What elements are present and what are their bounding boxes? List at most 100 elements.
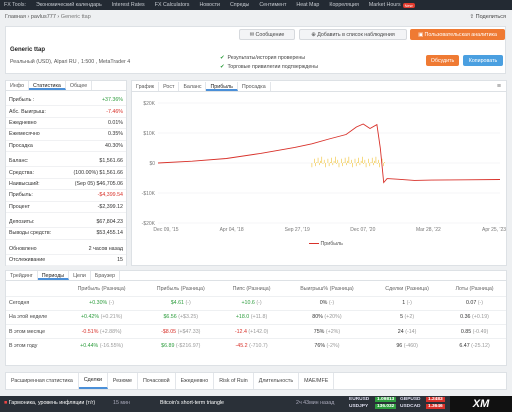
period-value: 24 [397,328,404,335]
stat-label: Прибыль: [9,192,33,199]
period-value: -0.51% [81,328,99,335]
tab-bottom[interactable]: Расширенная статистика [6,373,79,389]
tab-chart[interactable]: График [132,82,160,91]
stat-row: Обновлено 2 часов назад [6,244,126,256]
news-item[interactable]: ■ Гармоника, уровень инфляции (т/г) [4,400,95,406]
nav-item[interactable]: Interest Rates [112,2,145,8]
period-diff: (-) [108,300,115,307]
breadcrumb-home[interactable]: Главная [5,14,26,20]
chart-tabs: График Рост Баланс Прибыль Просадка [132,82,506,92]
news-ticker: ■ Гармоника, уровень инфляции (т/г) 15 м… [0,396,512,412]
column-header[interactable]: Прибыль (Разница) [141,283,220,296]
tab-periods[interactable]: Периоды [37,271,70,280]
column-header[interactable]: Выигрыш% (Разница) [283,283,371,296]
tab-balance[interactable]: Баланс [179,82,207,91]
analytics-label: Пользовательская аналитика [424,31,497,38]
system-name: Generic ttap [10,47,46,53]
column-header[interactable]: Прибыль (Разница) [62,283,141,296]
tab-bottom[interactable]: Почасовой [138,373,176,389]
check-track-record: Результаты/история проверены [227,55,306,61]
period-diff: (+11.8) [250,314,268,321]
column-header[interactable]: Сделки (Разница) [371,283,443,296]
nav-item[interactable]: Heat Map [296,2,319,8]
add-watchlist-button[interactable]: ⊕ Добавить в список наблюдения [299,29,407,40]
tab-trading[interactable]: Трейдинг [6,271,38,280]
table-row: В этом месяце -0.51% (+2.88%) -$8.05 (+$47… [6,324,506,339]
tab-statistics[interactable]: Статистика [29,81,66,90]
period-diff: (+$3.25) [178,314,199,321]
tab-bottom[interactable]: Сделки [78,373,108,389]
copy-button[interactable]: Копировать [463,55,503,66]
stats-tabs: Инфо Статистика Общее [6,81,126,91]
tab-profit[interactable]: Прибыль [206,82,238,91]
nav-item[interactable]: Корреляция [329,2,359,8]
period-value: +10.6 [241,300,255,307]
tab-bottom[interactable]: Резюме [108,373,138,389]
period-cell: $4.61 (-) [141,295,221,311]
period-diff: (-25.12) [471,343,490,350]
news-time: 15 мин [113,400,130,406]
stat-value: $1,561.66 [99,158,123,165]
period-value: $6.89 [161,343,175,350]
tab-info[interactable]: Инфо [6,81,30,90]
period-diff: (-2%) [326,343,340,350]
x-tick-label: Apr 25, '23 [482,227,506,233]
nav-item[interactable]: Новости [199,2,220,8]
watchlist-label: Добавить в список наблюдения [317,31,395,38]
stat-label: Депозиты: [9,219,35,226]
period-diff: (-710.7) [249,343,268,350]
column-header[interactable]: Лоты (Разница) [443,283,506,296]
nav-item[interactable]: Сентимент [259,2,286,8]
stat-label: Отслеживание [9,257,46,264]
message-button[interactable]: ✉ Сообщение [239,29,295,40]
period-label: Сегодня [6,295,62,311]
tab-bottom[interactable]: MAE/MFE [299,373,335,389]
period-diff: (-14) [405,328,417,335]
quote-price: 136.032 [375,404,397,409]
period-diff: (+2.88%) [99,328,122,335]
nav-item[interactable]: FX Calculators [155,2,190,8]
stat-value: +37.36% [101,97,123,104]
period-cell: 24 (-14) [371,324,444,339]
period-cell: $6.56 (+$3.25) [141,309,221,325]
column-header[interactable]: Пипс (Разница) [220,283,282,296]
stat-row: Выводы средств: $53,455.14 [6,228,126,240]
broker-logo[interactable]: XM [450,396,512,412]
period-diff: (+$47.33) [177,328,201,335]
tab-growth[interactable]: Рост [159,82,180,91]
tab-general[interactable]: Общее [66,81,93,90]
menu-icon[interactable]: ≡ [497,83,501,90]
tab-bottom[interactable]: Длительность [254,373,300,389]
breadcrumb-user[interactable]: pavlus777 [31,14,56,20]
y-tick-label: $0 [149,161,155,167]
stat-value: (100.00%) $1,561.66 [73,169,123,176]
period-diff: (+2%) [325,328,341,335]
bottom-tabs: Расширенная статистика Сделки Резюме Почасо… [5,372,507,390]
x-tick-label: Apr 04, '18 [220,227,244,233]
tab-bottom[interactable]: Ежедневно [176,373,215,389]
legend-swatch [309,243,319,245]
period-value: -$8.05 [161,328,177,335]
column-header[interactable] [6,283,62,296]
news-item[interactable]: Bitcoin's short-term triangle [160,400,224,406]
x-tick-label: Mar 28, '22 [416,227,441,233]
period-diff: (-) [328,300,335,307]
period-diff: (-) [256,300,262,307]
discuss-button[interactable]: Обсудить [426,55,459,66]
period-diff: (-0.49) [472,328,489,335]
quote-price: 1.2483 [426,397,445,402]
share-button[interactable]: ⇪ Поделиться [469,14,506,20]
tab-drawdown[interactable]: Просадка [238,82,271,91]
period-diff: (+20%) [324,314,342,321]
nav-item[interactable]: Экономический календарь [36,2,102,8]
nav-item[interactable]: Спреды [230,2,249,8]
nav-item[interactable]: Market Hours [369,2,401,8]
user-analytics-button[interactable]: ▣ Пользовательская аналитика [410,29,505,40]
tab-bottom[interactable]: Risk of Ruin [214,373,254,389]
system-description: Реальный (USD), Alpari RU , 1:500 , Meta… [10,59,131,65]
period-value: 75% [313,328,325,335]
tab-browser[interactable]: Браузер [91,271,121,280]
table-row: На этой неделе +0.42% (+0.21%) $6.56 (+$3.… [6,309,506,325]
period-diff: (+142.0) [248,328,269,335]
tab-goals[interactable]: Цели [69,271,91,280]
